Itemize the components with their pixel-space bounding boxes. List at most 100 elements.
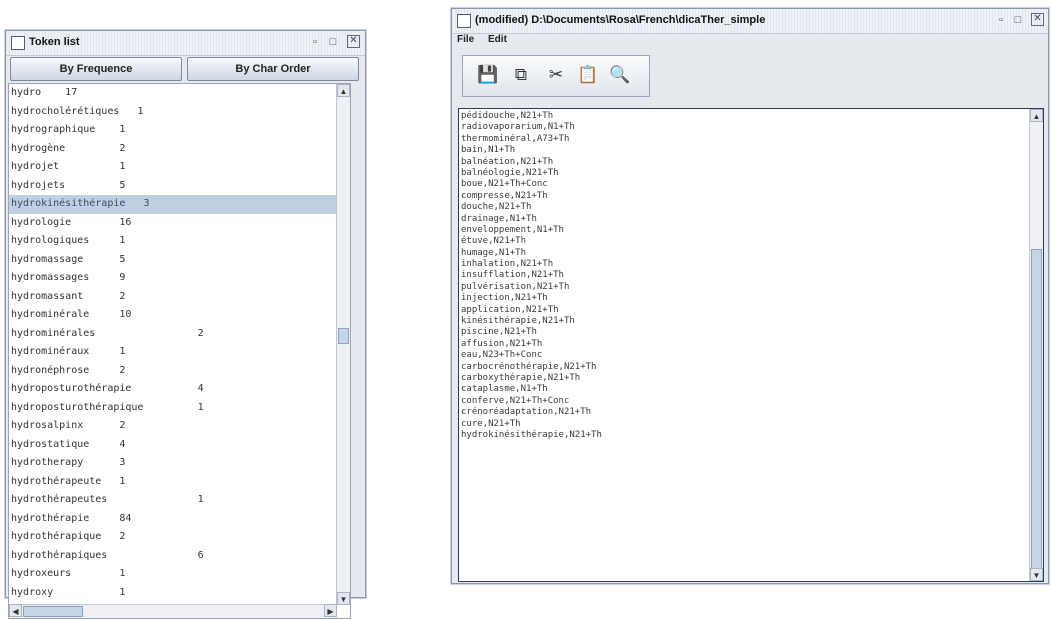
token-rows: hydro 17 hydrocholérétiques 1 hydrographique… [9,84,350,618]
token-word: hydrothérapiques [11,549,108,561]
copy-icon[interactable]: ⧉ [508,61,534,89]
token-row[interactable]: hydrothérapeute 1 [9,473,350,492]
editor-line: balnéation,N21+Th [461,156,554,167]
token-row[interactable]: hydromassant 2 [9,288,350,307]
editor-line: crénoréadaptation,N21+Th [461,407,592,418]
token-row[interactable]: hydrothérapeutes 1 [9,491,350,510]
window-menu-icon[interactable] [11,36,25,50]
save-icon[interactable]: 💾 [475,61,501,89]
cut-icon[interactable]: ✂ [543,61,569,89]
token-row[interactable]: hydrologie 16 [9,214,350,233]
token-row[interactable]: hydrosalpinx 2 [9,417,350,436]
token-row[interactable]: hydrojets 5 [9,177,350,196]
editor-line: piscine,N21+Th [461,327,537,338]
token-row[interactable]: hydrominérale 10 [9,306,350,325]
editor-line: drainage,N1+Th [461,213,537,224]
scroll-up-icon[interactable]: ▲ [1030,109,1043,122]
editor-titlebar[interactable]: (modified) D:\Documents\Rosa\French\dica… [452,9,1048,34]
token-count: 4 [197,383,204,394]
token-row[interactable]: hydrojet 1 [9,158,350,177]
token-row[interactable]: hydrocholérétiques 1 [9,103,350,122]
token-count: 1 [119,346,126,357]
editor-scroll-thumb[interactable] [1031,249,1042,581]
editor-line: cataplasme,N1+Th [461,384,548,395]
editor-line: étuve,N21+Th [461,236,527,247]
token-row[interactable]: hydromassages 9 [9,269,350,288]
token-row[interactable]: hydroposturothérapique 1 [9,399,350,418]
close-icon[interactable]: ✕ [347,35,360,48]
token-row[interactable]: hydrogène 2 [9,140,350,159]
token-word: hydrogène [11,142,66,154]
minimize-icon[interactable]: ▫ [308,35,322,49]
token-row[interactable]: hydrothérapie 84 [9,510,350,529]
editor-line: humage,N1+Th [461,247,527,258]
token-row[interactable]: hydronéphrose 2 [9,362,350,381]
editor-line: application,N21+Th [461,304,559,315]
horizontal-scrollbar[interactable]: ◀ ▶ [9,604,337,618]
token-row[interactable]: hydroxeurs 1 [9,565,350,584]
editor-line: injection,N21+Th [461,293,548,304]
token-word: hydrostatique [11,438,90,450]
vertical-scrollbar[interactable]: ▲ ▼ [336,84,350,605]
token-row[interactable]: hydrologiques 1 [9,232,350,251]
editor-line: carboxythérapie,N21+Th [461,372,581,383]
token-count: 2 [119,290,126,302]
close-icon[interactable]: ✕ [1031,13,1044,26]
editor-line: enveloppement,N1+Th [461,224,564,235]
token-list-titlebar[interactable]: Token list ▫ □ ✕ [6,31,365,56]
editor-vertical-scrollbar[interactable]: ▲ ▼ [1029,109,1043,581]
vertical-scroll-thumb[interactable] [338,328,349,344]
token-row[interactable]: hydro 17 [9,84,350,103]
token-count: 1 [119,235,126,246]
minimize-icon[interactable]: ▫ [994,13,1008,27]
find-icon[interactable]: 🔍 [607,61,633,89]
token-row[interactable]: hydrographique 1 [9,121,350,140]
token-word: hydro [11,87,42,98]
editor-line: boue,N21+Th+Conc [461,179,548,190]
editor-line: conferve,N21+Th+Conc [461,395,570,406]
editor-line: thermominéral,A73+Th [461,133,570,144]
token-row[interactable]: hydrostatique 4 [9,436,350,455]
maximize-icon[interactable]: □ [1011,13,1025,27]
scroll-up-icon[interactable]: ▲ [337,84,350,97]
token-row[interactable]: hydromassage 5 [9,251,350,270]
editor-line: insufflation,N21+Th [461,270,564,281]
token-word: hydrologie [11,216,72,228]
token-row[interactable]: hydrothérapiques 6 [9,547,350,566]
editor-line: affusion,N21+Th [461,338,543,349]
token-row[interactable]: hydrominéraux 1 [9,343,350,362]
scroll-right-icon[interactable]: ▶ [324,604,337,617]
token-row[interactable]: hydroposturothérapie 4 [9,380,350,399]
token-word: hydroxeurs [11,568,72,579]
maximize-icon[interactable]: □ [326,35,340,49]
token-word: hydrothérapeute [11,475,102,487]
menu-edit[interactable]: Edit [488,34,507,45]
token-count: 17 [65,87,78,98]
menu-file[interactable]: File [457,34,474,45]
token-row[interactable]: hydroxy 1 [9,584,350,603]
scroll-left-icon[interactable]: ◀ [9,604,22,617]
token-row[interactable]: hydrokinésithérapie 3 [9,195,350,214]
editor-line: douche,N21+Th [461,202,532,213]
token-word: hydromassant [11,290,84,302]
editor-line: eau,N23+Th+Conc [461,350,543,361]
by-char-order-button[interactable]: By Char Order [187,57,359,81]
token-list[interactable]: hydro 17 hydrocholérétiques 1 hydrographique… [8,83,351,619]
token-row[interactable]: hydrotherapy 3 [9,454,350,473]
token-row[interactable]: hydrominérales 2 [9,325,350,344]
menu-bar: File Edit [452,34,1048,50]
paste-icon[interactable]: 📋 [575,61,601,89]
by-frequence-button[interactable]: By Frequence [10,57,182,81]
horizontal-scroll-thumb[interactable] [23,606,83,617]
window-menu-icon[interactable] [457,14,471,28]
token-word: hydronéphrose [11,364,90,376]
scroll-down-icon[interactable]: ▼ [1030,568,1043,581]
token-row[interactable]: hydrothérapique 2 [9,528,350,547]
editor-text-area[interactable]: pédidouche,N21+Th radiovaporarium,N1+Th th… [458,108,1044,582]
scroll-down-icon[interactable]: ▼ [337,592,350,605]
editor-line: radiovaporarium,N1+Th [461,122,575,133]
editor-line: carbocrénothérapie,N21+Th [461,361,597,372]
token-word: hydrominéraux [11,346,90,357]
token-count: 4 [119,438,126,450]
token-word: hydrocholérétiques [11,105,120,117]
